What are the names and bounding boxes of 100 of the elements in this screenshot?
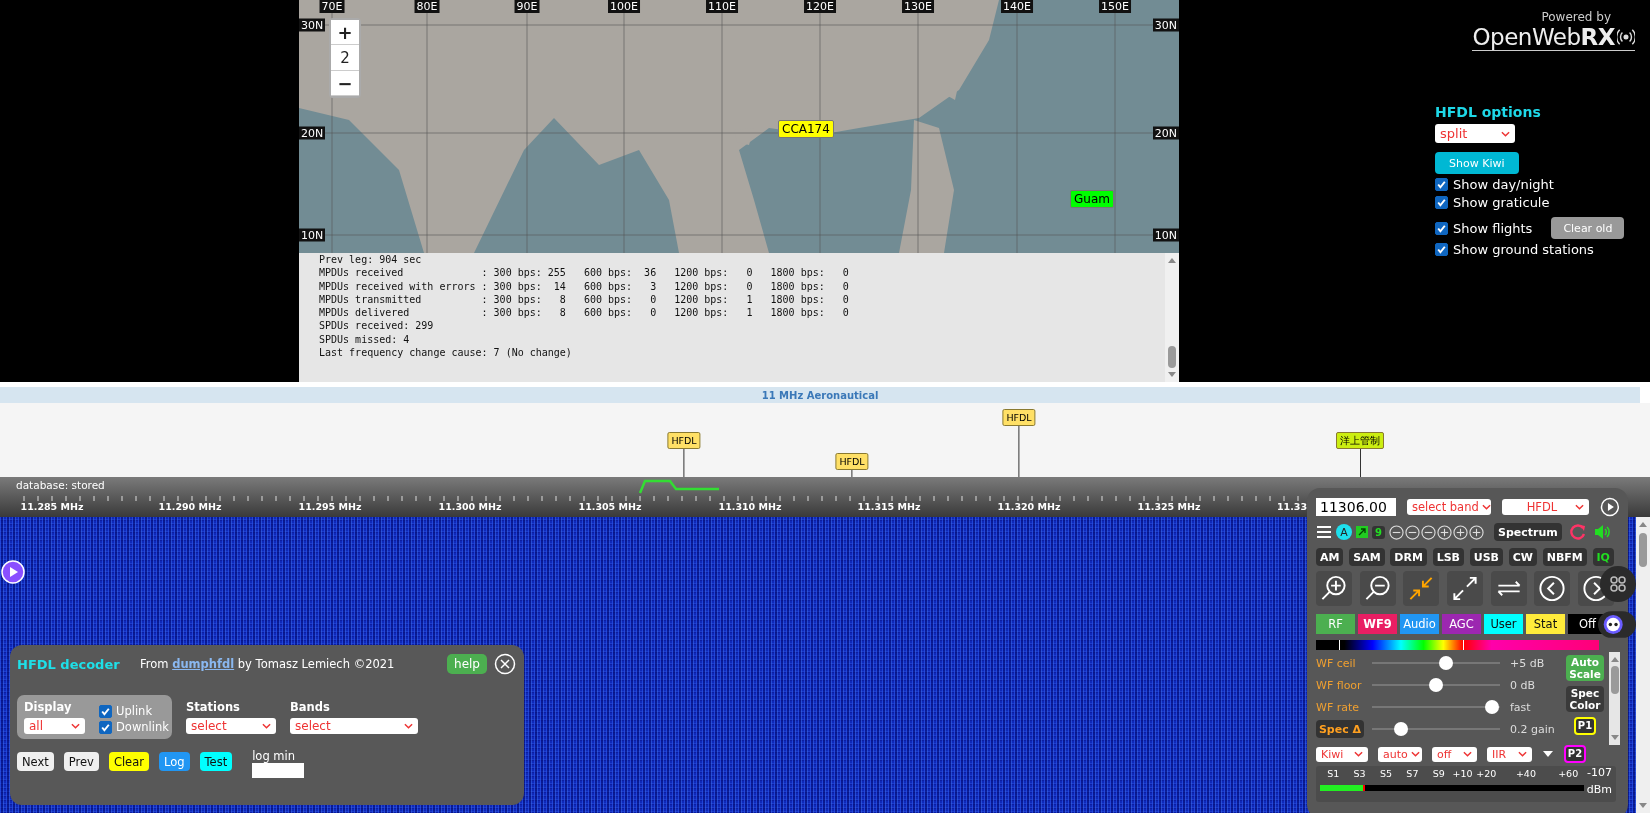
play-icon[interactable] [1, 560, 25, 584]
arrow-icon[interactable] [1356, 526, 1368, 538]
longitude-label: 100E [608, 0, 640, 13]
shrink-arrows-button[interactable] [1403, 571, 1440, 606]
agc-badge[interactable]: A [1336, 524, 1352, 540]
decoder-button[interactable]: Next [17, 752, 54, 771]
caret-icon [1518, 751, 1527, 757]
smeter-label: S3 [1353, 768, 1366, 779]
scrollbar[interactable] [1636, 517, 1650, 813]
caret-icon [1501, 130, 1510, 137]
checkbox[interactable] [1435, 196, 1448, 209]
expand-arrows-button[interactable] [1446, 571, 1483, 606]
stations-label: Stations [186, 700, 241, 714]
option-select[interactable]: off [1432, 746, 1477, 762]
mode-button[interactable]: CW [1508, 548, 1537, 566]
zoom-plus-icon[interactable] [1468, 524, 1484, 540]
bookmark-label[interactable]: HFDL [667, 432, 701, 449]
caret-icon [1575, 504, 1585, 510]
passband-marker[interactable] [638, 479, 719, 494]
scrollbar-thumb[interactable] [1610, 666, 1619, 694]
decoder-button[interactable]: Clear [108, 752, 149, 771]
band-select[interactable]: select band [1407, 499, 1491, 515]
frequency-label: 11.33 [1276, 501, 1308, 512]
stations-select[interactable]: select [186, 718, 276, 734]
speaker-icon[interactable] [1593, 523, 1612, 541]
spectrum-button[interactable]: Spectrum [1493, 523, 1562, 541]
bands-select[interactable]: select [290, 718, 418, 734]
decoder-button[interactable]: Prev [63, 752, 99, 771]
mode-select[interactable]: HFDL [1502, 499, 1590, 515]
flight-marker[interactable]: CCA174 [778, 120, 834, 138]
mode-button[interactable]: AM [1316, 548, 1344, 566]
zoom-in-button[interactable] [1316, 571, 1352, 606]
zoom-minus-icon[interactable] [1420, 524, 1436, 540]
swap-arrows-button[interactable] [1490, 571, 1527, 606]
zoom-minus-icon[interactable] [1404, 524, 1420, 540]
flight-marker[interactable]: Guam [1070, 190, 1114, 208]
view-select[interactable]: split [1435, 124, 1515, 143]
mode-button[interactable]: NBFM [1542, 548, 1587, 566]
checkbox[interactable] [99, 720, 112, 734]
play-icon[interactable] [1600, 497, 1620, 517]
scroll-up-icon[interactable] [1167, 256, 1177, 264]
log-min-field[interactable] [252, 763, 305, 778]
zoom-plus-icon[interactable] [1436, 524, 1452, 540]
caret-icon [1463, 751, 1472, 757]
mode-button[interactable]: IQ [1592, 548, 1614, 566]
option-select[interactable]: Kiwi [1316, 746, 1368, 762]
zoom-out-button[interactable] [1359, 571, 1396, 606]
close-icon[interactable] [494, 653, 516, 675]
menu-icon[interactable] [1316, 524, 1332, 540]
preset-button[interactable]: P1 [1574, 717, 1596, 735]
preset-button[interactable]: P2 [1564, 745, 1586, 763]
zoom-in-button[interactable]: + [331, 20, 359, 45]
checkbox-label: Show day/night [1453, 177, 1554, 192]
scrollbar-thumb[interactable] [1639, 533, 1647, 567]
smeter-label: +10 [1452, 768, 1473, 779]
decoder-button[interactable]: Test [199, 752, 233, 771]
scroll-up-icon[interactable] [1638, 520, 1648, 528]
bookmark-label[interactable]: HFDL [835, 453, 869, 470]
panel-tab[interactable]: Stat [1526, 614, 1565, 634]
checkbox[interactable] [99, 704, 112, 718]
slider-thumb[interactable] [1429, 678, 1443, 692]
bookmark-label[interactable]: HFDL [1002, 409, 1036, 426]
scroll-down-icon[interactable] [1609, 734, 1620, 742]
band-title: 11 MHz Aeronautical [761, 389, 879, 401]
mode-button[interactable]: LSB [1432, 548, 1464, 566]
scroll-down-icon[interactable] [1638, 802, 1648, 810]
checkbox[interactable] [1435, 221, 1448, 235]
panel-tab[interactable]: WF9 [1358, 614, 1397, 634]
option-select[interactable]: auto [1378, 746, 1422, 762]
mode-button[interactable]: USB [1469, 548, 1503, 566]
spec-delta-button[interactable]: Spec Δ [1316, 720, 1364, 738]
decoder-title: HFDL decoder [17, 656, 121, 672]
panel-tab[interactable]: AGC [1442, 614, 1481, 634]
display-label: Display [24, 700, 73, 714]
longitude-label: 120E [804, 0, 836, 13]
mode-button[interactable]: SAM [1349, 548, 1385, 566]
checkbox[interactable] [1435, 178, 1448, 191]
radio-waves-icon [1617, 28, 1635, 46]
slider-thumb[interactable] [1394, 722, 1409, 736]
scroll-up-icon[interactable] [1609, 655, 1620, 663]
previous-button[interactable] [1534, 571, 1571, 606]
display-select[interactable]: all [24, 718, 85, 734]
scrollbar[interactable] [1609, 652, 1620, 745]
log-min-label: log min [252, 749, 297, 763]
mode-button[interactable]: DRM [1390, 548, 1427, 566]
spec-color-button[interactable]: Spec Color [1566, 686, 1604, 712]
zoom-minus-icon[interactable] [1388, 524, 1404, 540]
scroll-down-icon[interactable] [1167, 371, 1177, 379]
grid-icon[interactable] [1600, 566, 1636, 602]
slider-thumb[interactable] [1439, 656, 1454, 670]
caret-icon [1481, 504, 1491, 510]
checkbox[interactable] [1435, 243, 1448, 256]
option-select[interactable]: IIR [1487, 746, 1532, 762]
scrollbar[interactable] [1165, 253, 1179, 382]
scrollbar-thumb[interactable] [1168, 346, 1176, 368]
panel-tab[interactable]: User [1484, 614, 1523, 634]
frequency-field[interactable]: 11306.00 [1316, 498, 1396, 516]
slider-thumb[interactable] [1485, 700, 1500, 714]
zoom-plus-icon[interactable] [1452, 524, 1468, 540]
bookmark-label[interactable]: 洋上管制 [1336, 432, 1384, 449]
